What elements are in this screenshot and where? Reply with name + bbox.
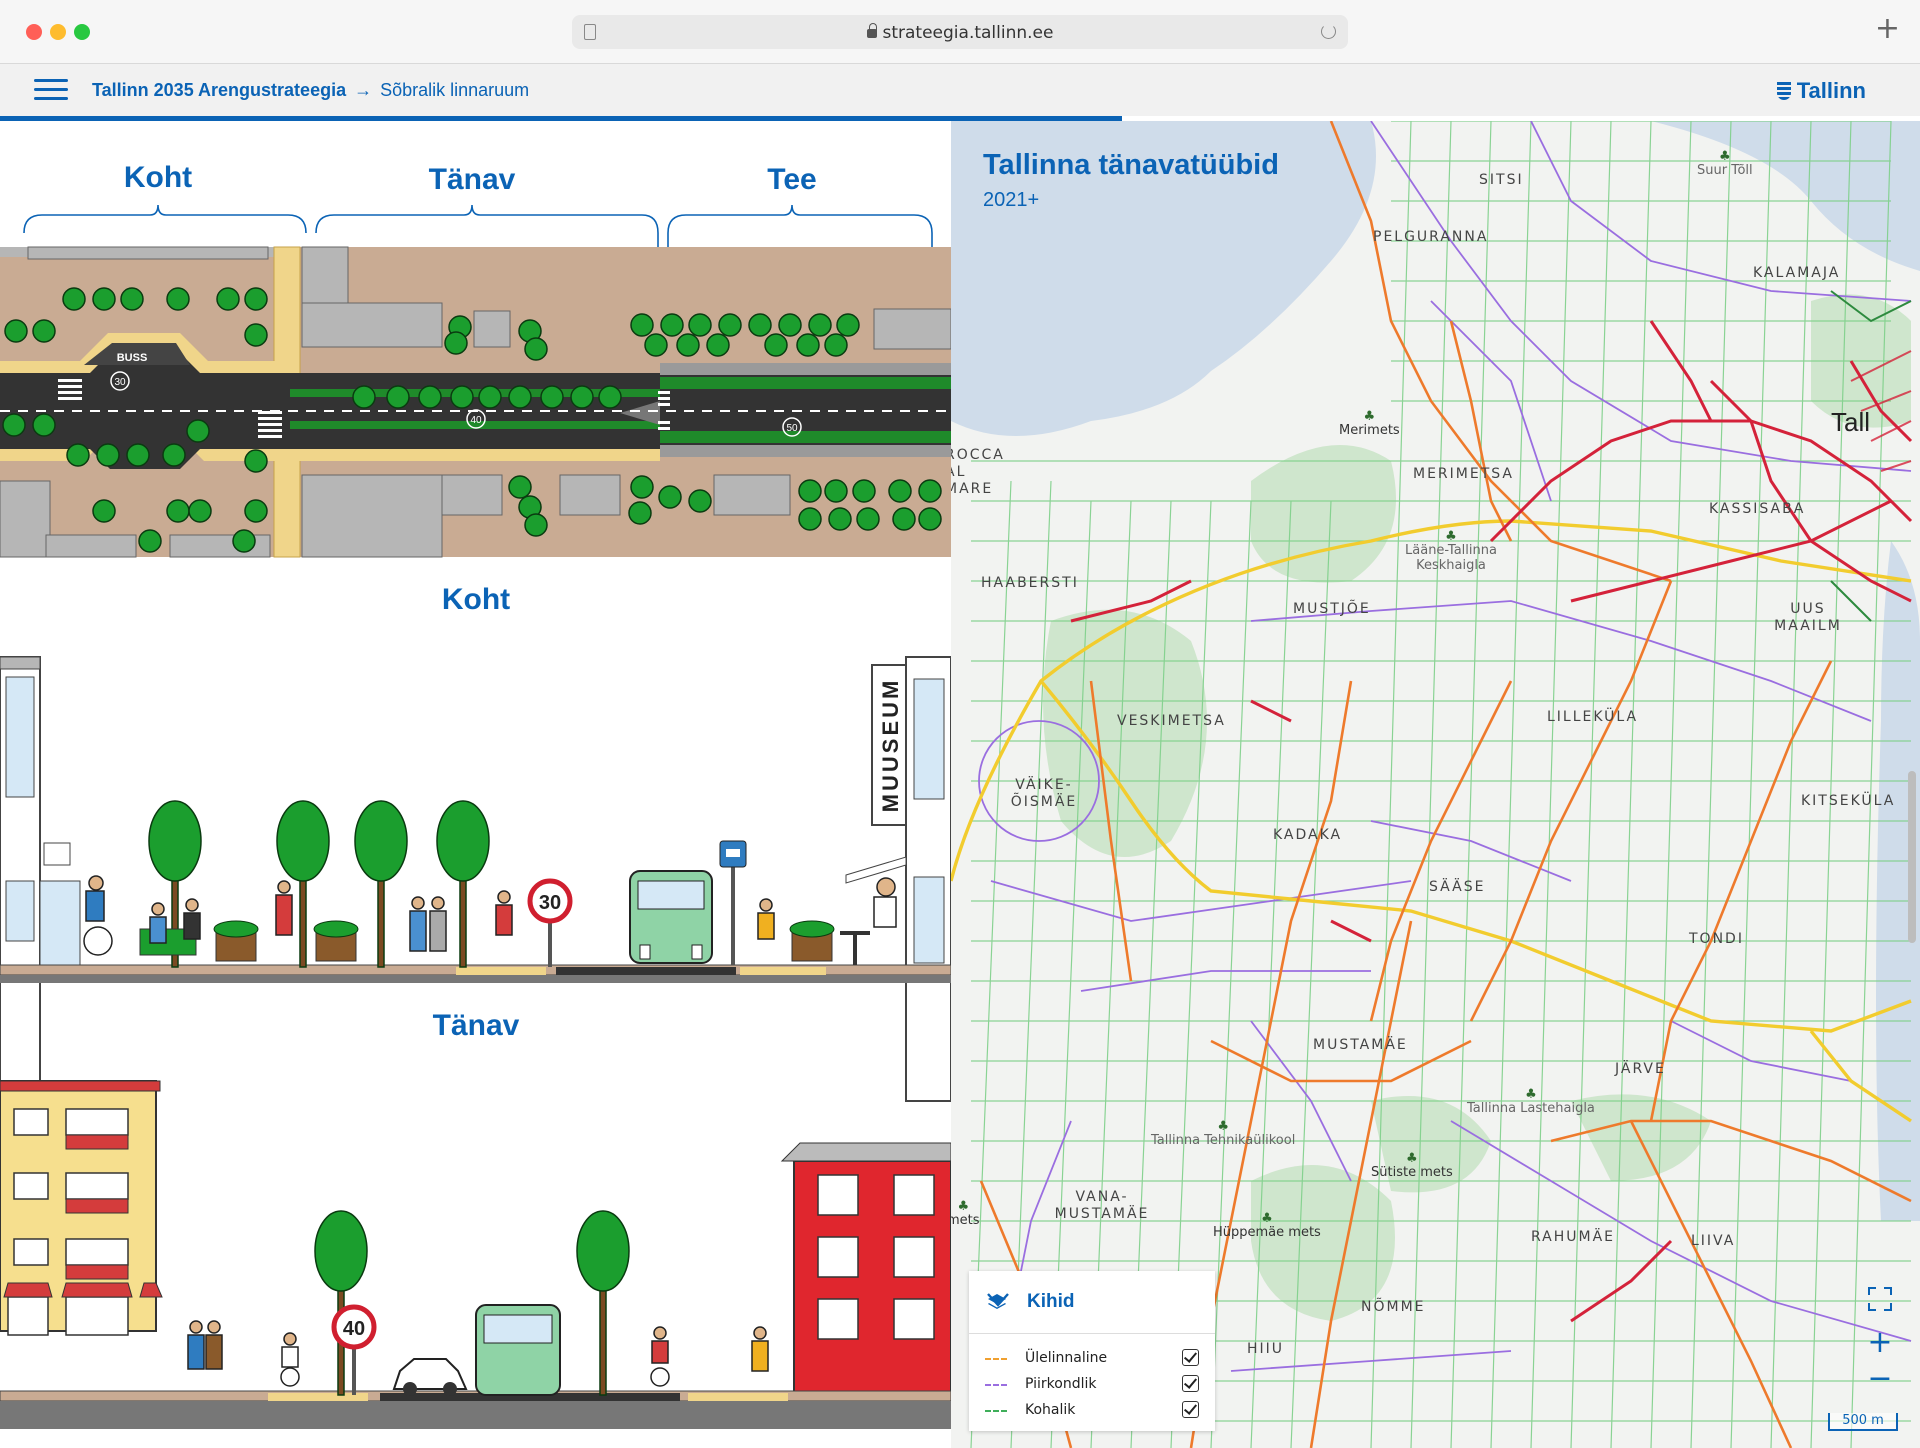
place-saase: SÄÄSE xyxy=(1429,879,1486,895)
layer-swatch xyxy=(985,1410,1007,1412)
layers-title: Kihid xyxy=(1027,1291,1075,1312)
breadcrumb: Tallinn 2035 Arengustrateegia → Sõbralik l… xyxy=(92,80,529,101)
layer-checkbox-kohalik[interactable] xyxy=(1182,1401,1199,1418)
layer-swatch xyxy=(985,1358,1007,1360)
place-jarve: JÄRVE xyxy=(1615,1061,1666,1077)
place-kassisaba: KASSISABA xyxy=(1709,501,1806,517)
new-tab-button[interactable]: + xyxy=(1875,14,1900,44)
menu-icon[interactable] xyxy=(34,79,68,101)
place-haabersti: HAABERSTI xyxy=(981,575,1079,591)
place-hiiu: HIIU xyxy=(1247,1341,1285,1357)
tallinn-logo[interactable]: Tallinn xyxy=(1776,78,1866,104)
layer-label: Piirkondlik xyxy=(1025,1376,1097,1392)
place-rahumae: RAHUMÄE xyxy=(1531,1229,1616,1245)
place-pelguranna: PELGURANNA xyxy=(1373,229,1489,245)
place-kitsekula: KITSEKÜLA xyxy=(1801,793,1896,809)
place-mustjoe: MUSTJÕE xyxy=(1293,601,1371,617)
map-canvas xyxy=(951,121,1920,1448)
poi-tallinna-lastehaigla[interactable]: Tallinna Lastehaigla xyxy=(1467,1089,1595,1116)
layers-panel: Kihid Ülelinnaline Piirkondlik Kohalik xyxy=(969,1271,1215,1431)
poi-huppemae-mets[interactable]: Hüppemäe mets xyxy=(1213,1213,1321,1240)
poi-suur-toll[interactable]: Suur Tõll xyxy=(1697,151,1753,178)
place-tallinn-cut: Tall xyxy=(1831,407,1871,437)
label-tee: Tee xyxy=(767,163,816,196)
tanav-title: Tänav xyxy=(433,1009,520,1042)
map-title: Tallinna tänavatüübid xyxy=(983,149,1279,181)
map-scale: 500 m xyxy=(1828,1413,1898,1431)
layers-header[interactable]: Kihid xyxy=(987,1289,1201,1317)
place-rocca-al-mare: ROCCA AL MARE xyxy=(951,447,1005,497)
place-kalamaja: KALAMAJA xyxy=(1753,265,1841,281)
page-scrollbar[interactable] xyxy=(1908,771,1916,943)
place-mustamae: MUSTAMÄE xyxy=(1313,1037,1408,1053)
place-nomme: NÕMME xyxy=(1361,1299,1426,1315)
breadcrumb-current: Sõbralik linnaruum xyxy=(380,80,530,100)
zoom-out-button[interactable]: − xyxy=(1862,1361,1898,1397)
layer-row-ulelinnaline[interactable]: Ülelinnaline xyxy=(985,1349,1199,1369)
koht-title: Koht xyxy=(442,583,510,616)
street-type-map[interactable]: Tallinna tänavatüübid 2021+ SITSI PELGUR… xyxy=(951,121,1920,1448)
breadcrumb-root[interactable]: Tallinn 2035 Arengustrateegia xyxy=(92,80,346,100)
site-header: Tallinn 2035 Arengustrateegia → Sõbralik l… xyxy=(0,64,1920,116)
url-text: strateegia.tallinn.ee xyxy=(882,23,1054,43)
fullscreen-icon[interactable] xyxy=(1868,1287,1892,1311)
tallinn-crest-icon xyxy=(1776,82,1791,100)
maximize-window-button[interactable] xyxy=(74,24,90,40)
street-illustration: Koht Tänav Tee BUSS 30 40 50 Koht MUUSEU… xyxy=(0,121,951,1448)
tanav-section: Tänav 40 xyxy=(0,1009,951,1429)
label-koht: Koht xyxy=(124,161,192,194)
poi-sutiste-mets[interactable]: Sütiste mets xyxy=(1371,1153,1453,1180)
place-kadaka: KADAKA xyxy=(1273,827,1343,843)
place-liiva: LIIVA xyxy=(1691,1233,1736,1249)
park-areas xyxy=(1043,294,1911,1321)
place-sitsi: SITSI xyxy=(1479,172,1524,188)
poi-merimets[interactable]: Merimets xyxy=(1339,411,1400,438)
place-veskimetsa: VESKIMETSA xyxy=(1117,713,1226,729)
layer-checkbox-ulelinnaline[interactable] xyxy=(1182,1349,1199,1366)
place-vana-mustamae: VANA-MUSTAMÄE xyxy=(1054,1189,1150,1222)
place-uus-maailm: UUS MAAILM xyxy=(1774,601,1842,634)
place-lillekula: LILLEKÜLA xyxy=(1547,709,1639,725)
layer-swatch xyxy=(985,1384,1007,1386)
place-merimetsa: MERIMETSA xyxy=(1413,466,1514,482)
browser-toolbar: strateegia.tallinn.ee + xyxy=(0,0,1920,64)
place-tondi: TONDI xyxy=(1689,931,1744,947)
chevron-down-icon[interactable] xyxy=(987,1293,1009,1307)
poi-mets-edge: mets xyxy=(951,1201,980,1228)
koht-speed-sign: 30 xyxy=(539,892,561,914)
minimize-window-button[interactable] xyxy=(50,24,66,40)
layer-row-kohalik[interactable]: Kohalik xyxy=(985,1401,1199,1421)
plan-view: BUSS 30 40 50 xyxy=(0,246,951,558)
address-bar[interactable]: strateegia.tallinn.ee xyxy=(572,15,1348,49)
layer-row-piirkondlik[interactable]: Piirkondlik xyxy=(985,1375,1199,1395)
close-window-button[interactable] xyxy=(26,24,42,40)
layer-checkbox-piirkondlik[interactable] xyxy=(1182,1375,1199,1392)
breadcrumb-arrow-icon: → xyxy=(354,80,373,100)
layer-label: Kohalik xyxy=(1025,1402,1076,1418)
zoom-in-button[interactable]: + xyxy=(1862,1325,1898,1361)
map-subtitle: 2021+ xyxy=(983,189,1040,211)
layer-label: Ülelinnaline xyxy=(1025,1350,1108,1366)
plan-speed-50: 50 xyxy=(786,423,798,434)
plan-speed-40: 40 xyxy=(470,415,482,426)
tanav-speed-sign: 40 xyxy=(343,1318,365,1340)
reload-icon[interactable] xyxy=(1321,24,1336,39)
poi-laane-tallinna-keskhaigla[interactable]: Lääne-Tallinna Keskhaigla xyxy=(1391,531,1511,573)
bus-lane-label: BUSS xyxy=(117,352,148,364)
lock-icon xyxy=(866,23,877,38)
museum-sign: MUUSEUM xyxy=(878,678,903,813)
label-tanav: Tänav xyxy=(429,163,516,196)
place-vaike-oismae: VÄIKE-ÕISMÄE xyxy=(1010,777,1078,810)
poi-tallinna-tehnikaulikool[interactable]: Tallinna Tehnikaülikool xyxy=(1151,1121,1295,1148)
plan-speed-30: 30 xyxy=(114,377,126,388)
